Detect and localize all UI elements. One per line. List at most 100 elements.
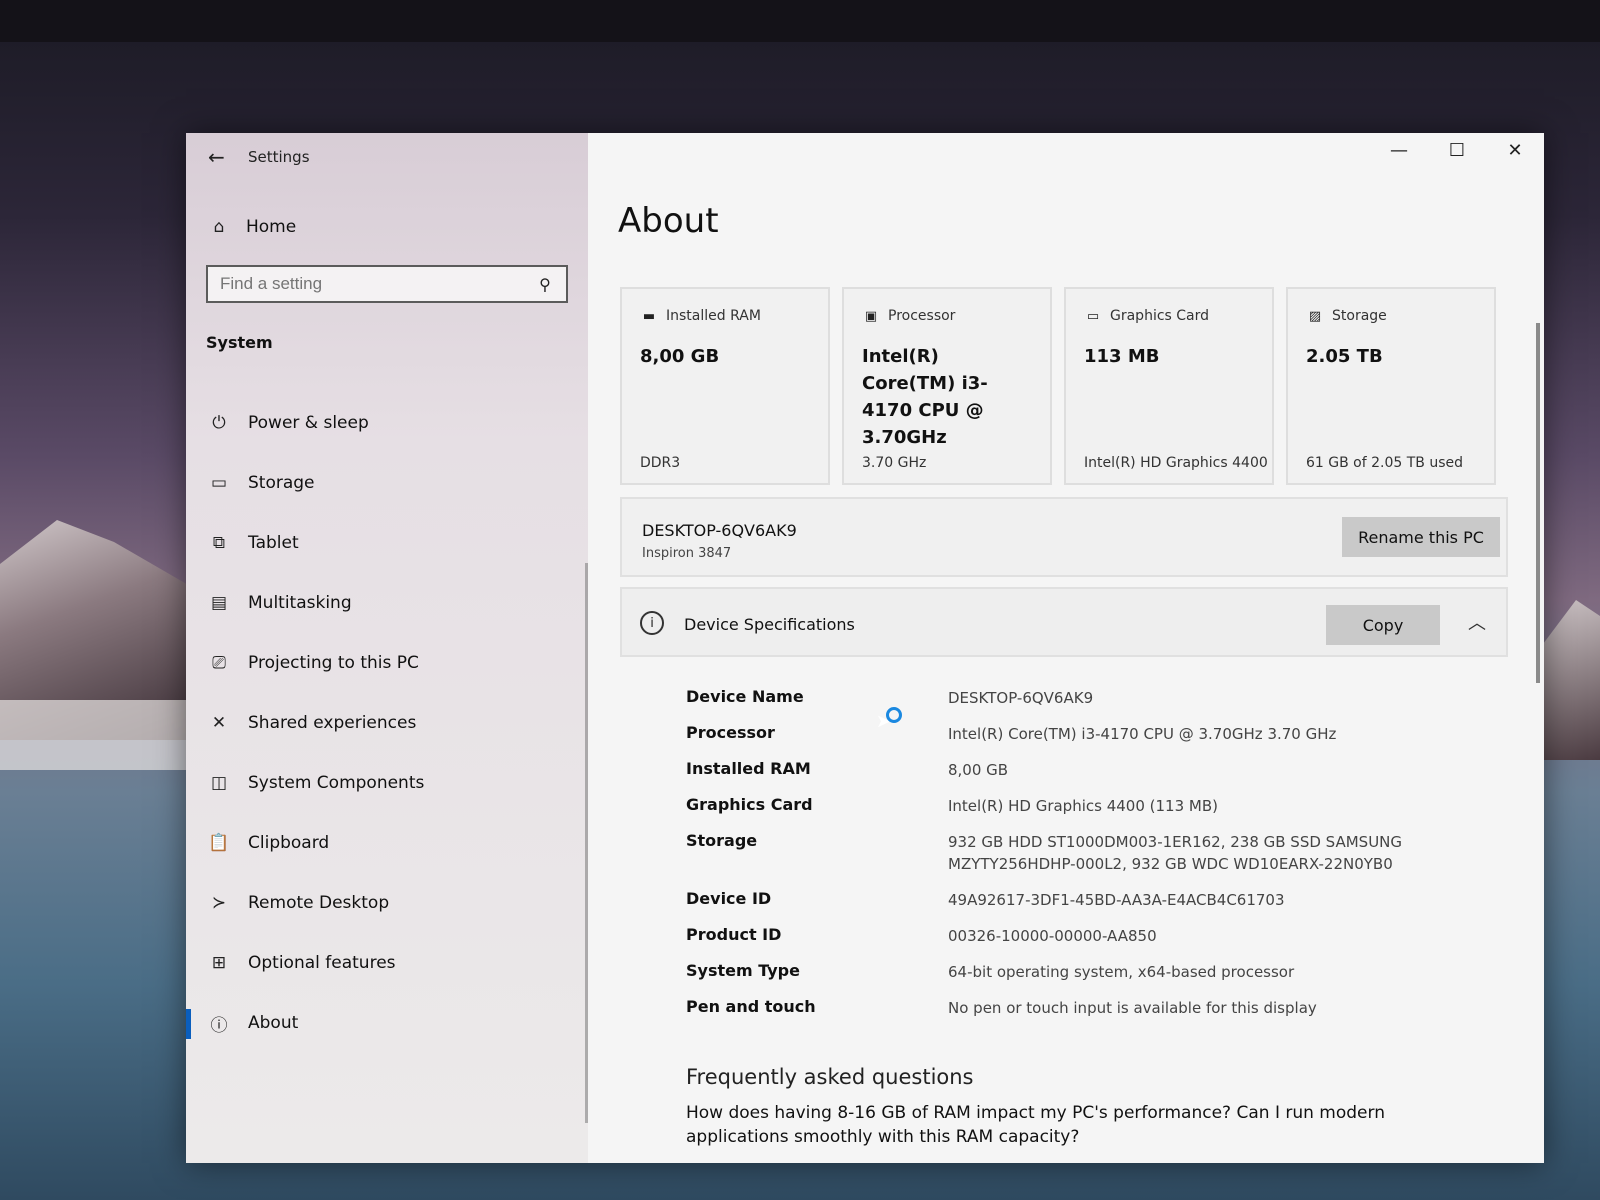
spec-value: 64-bit operating system, x64-based proce… [948, 963, 1295, 981]
info-icon: i [640, 611, 664, 635]
features-icon: ⊞ [211, 953, 227, 973]
spec-row: Pen and touch No pen or touch input is av… [686, 997, 1486, 1033]
sidebar: ← Settings ⌂ Home ⚲ System ⏻ Power & sle… [186, 133, 588, 1163]
card-value: 113 MB [1084, 346, 1160, 367]
gpu-icon: ▭ [1086, 308, 1100, 324]
sidebar-item-label: Tablet [248, 533, 299, 553]
spec-row: Graphics Card Intel(R) HD Graphics 4400 (… [686, 795, 1486, 831]
spec-value: 00326-10000-00000-AA850 [948, 927, 1157, 945]
scrollbar[interactable] [1536, 323, 1540, 683]
sidebar-item-about[interactable]: ⓘ About [186, 993, 588, 1053]
page-title: About [618, 201, 719, 241]
spec-value: Intel(R) HD Graphics 4400 (113 MB) [948, 797, 1218, 815]
sidebar-item-label: Optional features [248, 953, 396, 973]
pc-model: Inspiron 3847 [642, 546, 732, 561]
busy-spinner-icon [886, 707, 902, 723]
card-value: Intel(R) Core(TM) i3-4170 CPU @ 3.70GHz [862, 346, 988, 448]
processor-icon: ▣ [864, 308, 878, 324]
spec-value: DESKTOP-6QV6AK9 [948, 689, 1094, 707]
spec-table: Device Name DESKTOP-6QV6AK9 Processor Inte… [686, 687, 1486, 1033]
specs-title: Device Specifications [684, 615, 855, 634]
spec-key: Device ID [686, 889, 772, 908]
spec-key: Device Name [686, 687, 804, 706]
power-icon: ⏻ [212, 413, 226, 433]
card-value: 8,00 GB [640, 346, 720, 367]
sidebar-item-label: Shared experiences [248, 713, 417, 733]
main-content: — ☐ ✕ About ▬ Installed RAM 8,00 GB DDR3 … [588, 133, 1544, 1163]
spec-key: Pen and touch [686, 997, 816, 1016]
nav-home[interactable]: ⌂ Home [186, 181, 588, 251]
home-label: Home [246, 217, 297, 237]
multitasking-icon: ▤ [210, 593, 228, 613]
sidebar-item-label: About [248, 1013, 299, 1033]
spec-key: Storage [686, 831, 758, 850]
card-sub: Intel(R) HD Graphics 4400 [1084, 455, 1268, 471]
spec-row: Device ID 49A92617-3DF1-45BD-AA3A-E4ACB4C… [686, 889, 1486, 925]
spec-row: Installed RAM 8,00 GB [686, 759, 1486, 795]
card-sub: DDR3 [640, 455, 681, 471]
sidebar-item-multitasking[interactable]: ▤ Multitasking [186, 573, 588, 633]
faq-title: Frequently asked questions [686, 1065, 974, 1089]
sidebar-item-label: Projecting to this PC [248, 653, 419, 673]
sidebar-item-label: Multitasking [248, 593, 352, 613]
sidebar-item-storage[interactable]: ▭ Storage [186, 453, 588, 513]
sidebar-item-shared-experiences[interactable]: ✕ Shared experiences [186, 693, 588, 753]
spec-row: Product ID 00326-10000-00000-AA850 [686, 925, 1486, 961]
minimize-button[interactable]: — [1370, 133, 1428, 167]
nav-list: ⏻ Power & sleep ▭ Storage ⧉ Tablet ▤ Mul… [186, 393, 588, 1053]
sidebar-item-tablet[interactable]: ⧉ Tablet [186, 513, 588, 573]
sidebar-item-power-sleep[interactable]: ⏻ Power & sleep [186, 393, 588, 453]
pc-name-box: DESKTOP-6QV6AK9 Inspiron 3847 Rename thi… [620, 497, 1508, 577]
faq-question-link[interactable]: How does having 8-16 GB of RAM impact my… [686, 1101, 1446, 1149]
spec-row: System Type 64-bit operating system, x64-… [686, 961, 1486, 997]
card-sub: 3.70 GHz [862, 455, 927, 471]
spec-value: 932 GB HDD ST1000DM003-1ER162, 238 GB SS… [948, 833, 1403, 873]
spec-key: System Type [686, 961, 800, 980]
close-button[interactable]: ✕ [1486, 133, 1544, 167]
rename-pc-button[interactable]: Rename this PC [1342, 517, 1500, 557]
spec-row: Processor Intel(R) Core(TM) i3-4170 CPU @… [686, 723, 1486, 759]
spec-row: Device Name DESKTOP-6QV6AK9 [686, 687, 1486, 723]
device-specifications-header[interactable]: i Device Specifications Copy ︿ [620, 587, 1508, 657]
sidebar-item-optional-features[interactable]: ⊞ Optional features [186, 933, 588, 993]
copy-button[interactable]: Copy [1326, 605, 1440, 645]
app-title: Settings [248, 148, 310, 166]
spec-key: Product ID [686, 925, 782, 944]
section-heading: System [206, 333, 273, 352]
sidebar-item-label: Clipboard [248, 833, 330, 853]
spec-value: No pen or touch input is available for t… [948, 999, 1317, 1017]
sidebar-item-clipboard[interactable]: 📋 Clipboard [186, 813, 588, 873]
window-controls: — ☐ ✕ [1370, 133, 1544, 167]
remote-icon: ≻ [211, 893, 227, 913]
search-box[interactable]: ⚲ [206, 265, 568, 303]
sidebar-item-system-components[interactable]: ◫ System Components [186, 753, 588, 813]
sidebar-item-projecting[interactable]: ⎚ Projecting to this PC [186, 633, 588, 693]
wallpaper-shore [0, 700, 190, 770]
sidebar-item-remote-desktop[interactable]: ≻ Remote Desktop [186, 873, 588, 933]
card-graphics: ▭ Graphics Card 113 MB Intel(R) HD Graphi… [1064, 287, 1274, 485]
card-installed-ram: ▬ Installed RAM 8,00 GB DDR3 [620, 287, 830, 485]
spec-row: Storage 932 GB HDD ST1000DM003-1ER162, 23… [686, 831, 1486, 889]
wallpaper-mountain-right [1540, 600, 1600, 760]
sidebar-item-label: Power & sleep [248, 413, 369, 433]
sidebar-item-label: Storage [248, 473, 315, 493]
spec-key: Graphics Card [686, 795, 813, 814]
back-arrow-icon[interactable]: ← [208, 145, 248, 169]
card-label: Storage [1332, 308, 1387, 324]
chevron-up-icon[interactable]: ︿ [1468, 609, 1486, 635]
card-storage: ▨ Storage 2.05 TB 61 GB of 2.05 TB used [1286, 287, 1496, 485]
spec-key: Processor [686, 723, 775, 742]
storage-icon: ▭ [210, 473, 228, 493]
ram-icon: ▬ [642, 308, 656, 324]
sidebar-item-label: System Components [248, 773, 425, 793]
card-value: 2.05 TB [1306, 346, 1383, 367]
home-icon: ⌂ [213, 217, 225, 237]
sidebar-item-label: Remote Desktop [248, 893, 390, 913]
search-icon[interactable]: ⚲ [534, 273, 556, 295]
card-label: Graphics Card [1110, 308, 1210, 324]
card-processor: ▣ Processor Intel(R) Core(TM) i3-4170 CPU… [842, 287, 1052, 485]
spec-value: 8,00 GB [948, 761, 1009, 779]
card-label: Processor [888, 308, 956, 324]
search-input[interactable] [220, 274, 520, 294]
maximize-button[interactable]: ☐ [1428, 133, 1486, 167]
